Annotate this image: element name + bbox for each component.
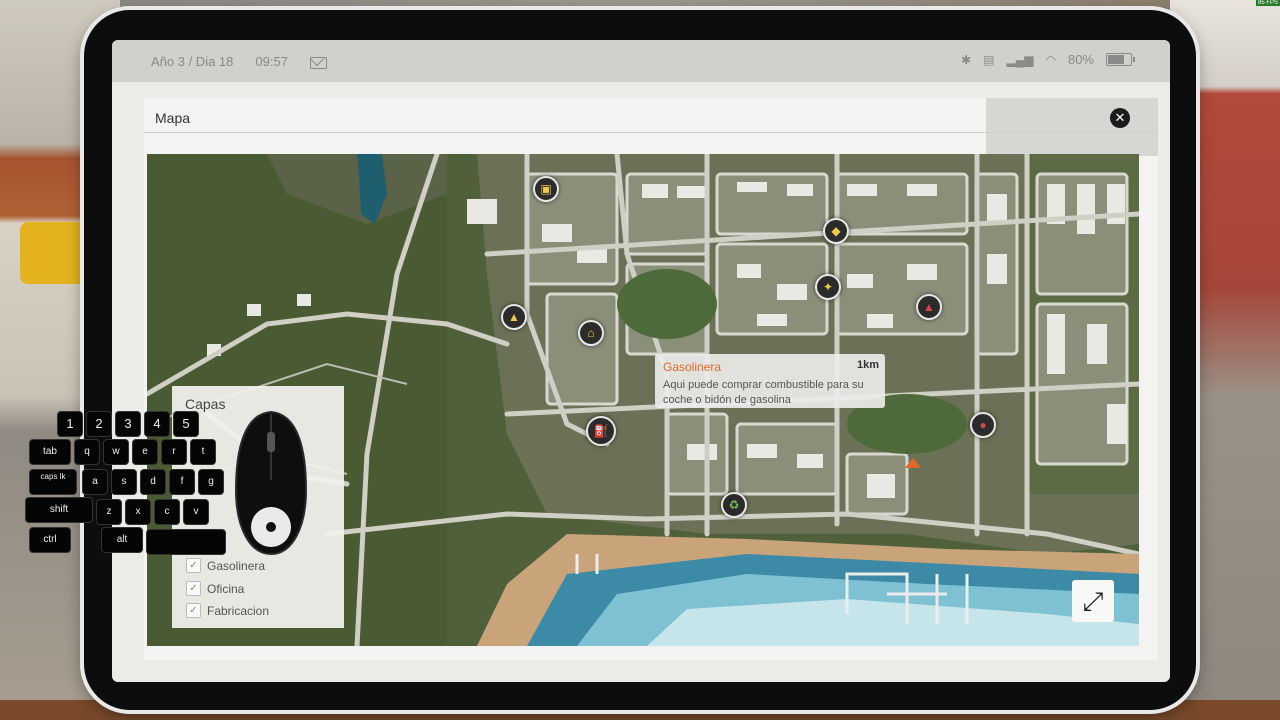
map-titlebar: Mapa xyxy=(144,98,1158,133)
gift-icon[interactable]: ◆ xyxy=(823,218,849,244)
layer-item[interactable]: ✓ Fabricacion xyxy=(186,603,269,618)
layer-item[interactable]: ✓ Gasolinera xyxy=(186,558,265,573)
checkbox-icon[interactable]: ✓ xyxy=(186,581,201,596)
layers-title: Capas xyxy=(185,396,226,412)
key-alt: alt xyxy=(102,528,142,552)
key-v: v xyxy=(184,500,208,524)
expand-icon: ⤢ xyxy=(1082,586,1104,616)
fps-counter: 85 FPS xyxy=(1255,0,1280,6)
layer-label: Gasolinera xyxy=(207,558,266,573)
close-button[interactable]: ✕ xyxy=(1110,108,1130,128)
key-r: r xyxy=(162,440,186,464)
location-tooltip: Gasolinera 1km Aqui puede comprar combus… xyxy=(655,354,885,408)
layer-label: Fabricacion xyxy=(207,603,270,618)
cake-icon[interactable]: ▲ xyxy=(916,294,942,320)
window-title: Mapa xyxy=(155,110,191,126)
sim-icon: ▤ xyxy=(983,52,995,67)
checkbox-icon[interactable]: ✓ xyxy=(186,603,201,618)
key-w: w xyxy=(104,440,128,464)
tooltip-title: Gasolinera xyxy=(663,360,722,374)
key-4: 4 xyxy=(145,412,169,436)
key-ctrl: ctrl xyxy=(30,528,70,552)
background-car xyxy=(20,222,80,284)
recycle-icon[interactable]: ♻ xyxy=(721,492,747,518)
sale-icon[interactable]: ● xyxy=(970,412,996,438)
key-tab: tab xyxy=(30,440,70,464)
bluetooth-icon: ✱ xyxy=(961,52,972,67)
key-g: g xyxy=(199,470,223,494)
close-icon: ✕ xyxy=(1114,110,1126,125)
key-2: 2 xyxy=(87,412,111,436)
time-label: 09:57 xyxy=(255,54,288,69)
key-3: 3 xyxy=(116,412,140,436)
status-bar: Año 3 / Dia 18 09:57 ✱ ▤ ▂▄▆ ◠ 80% xyxy=(112,40,1170,82)
key-q: q xyxy=(75,440,99,464)
key-e: e xyxy=(133,440,157,464)
mail-icon[interactable] xyxy=(309,56,327,69)
key-t: t xyxy=(191,440,215,464)
signal-icon: ▂▄▆ xyxy=(1006,52,1034,67)
tool-icon[interactable]: ✦ xyxy=(815,274,841,300)
gas-station-icon[interactable]: ⛽ xyxy=(586,416,616,446)
key-space xyxy=(147,530,225,554)
store-icon[interactable]: ▲ xyxy=(501,304,527,330)
key-5: 5 xyxy=(174,412,198,436)
date-label: Año 3 / Dia 18 xyxy=(151,54,234,69)
fullscreen-button[interactable]: ⤢ xyxy=(1072,580,1114,622)
key-c: c xyxy=(155,500,179,524)
key-x: x xyxy=(126,500,150,524)
shop-icon[interactable]: ▣ xyxy=(533,176,559,202)
key-shift: shift xyxy=(26,498,92,522)
key-1: 1 xyxy=(58,412,82,436)
key-z: z xyxy=(97,500,121,524)
wifi-icon: ◠ xyxy=(1045,52,1056,67)
battery-icon xyxy=(1106,53,1135,66)
key-a: a xyxy=(83,470,107,494)
battery-label: 80% xyxy=(1067,52,1094,67)
checkbox-icon[interactable]: ✓ xyxy=(186,558,201,573)
layer-label: Oficina xyxy=(207,581,245,596)
mouse-icon xyxy=(234,410,308,556)
layer-item[interactable]: ✓ Oficina xyxy=(186,581,244,596)
tooltip-distance: 1km xyxy=(856,359,879,371)
key-f: f xyxy=(170,470,194,494)
tooltip-description: Aqui puede comprar combustible para su c… xyxy=(663,379,864,406)
bank-icon[interactable]: ⌂ xyxy=(578,320,604,346)
key-caps: caps lk xyxy=(30,470,76,494)
key-s: s xyxy=(112,470,136,494)
key-d: d xyxy=(141,470,165,494)
